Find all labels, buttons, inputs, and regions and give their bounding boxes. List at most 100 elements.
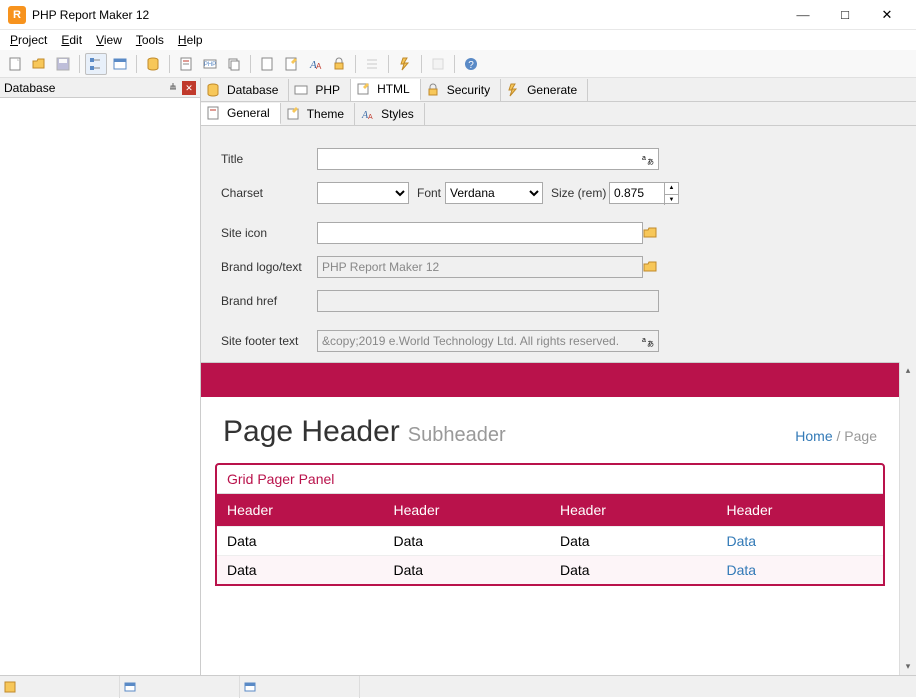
- toolbar-separator: [169, 55, 170, 73]
- breadcrumb-home-link[interactable]: Home: [795, 428, 832, 444]
- toolbar-separator: [79, 55, 80, 73]
- tab-php[interactable]: PHP: [289, 79, 351, 101]
- sidebar-title: Database: [4, 81, 166, 95]
- lock-icon: [425, 82, 441, 98]
- tab-generate[interactable]: Generate: [501, 79, 588, 101]
- lock-icon[interactable]: [328, 53, 350, 75]
- svg-text:?: ?: [468, 60, 474, 71]
- subtab-styles[interactable]: AA Styles: [355, 103, 425, 125]
- breadcrumb-page: Page: [844, 428, 877, 444]
- subtab-general[interactable]: General: [201, 103, 281, 125]
- scroll-down-icon[interactable]: ▾: [900, 658, 916, 675]
- minimize-button[interactable]: ―: [782, 1, 824, 29]
- brandlogo-label: Brand logo/text: [221, 260, 317, 274]
- preview-breadcrumb: Home / Page: [795, 428, 877, 444]
- page-icon: [205, 105, 221, 121]
- svg-text:PHP: PHP: [204, 62, 216, 68]
- toolbar-separator: [250, 55, 251, 73]
- browse-folder-icon[interactable]: [641, 223, 661, 243]
- title-input[interactable]: [317, 148, 659, 170]
- edit-sheet-icon[interactable]: [280, 53, 302, 75]
- menu-help[interactable]: Help: [172, 32, 209, 48]
- table-header: Header: [384, 494, 551, 527]
- multilang-icon[interactable]: aあ: [637, 331, 657, 351]
- app-icon: R: [8, 6, 26, 24]
- list-icon[interactable]: [361, 53, 383, 75]
- status-segment: [240, 676, 360, 698]
- siteicon-input[interactable]: [317, 222, 643, 244]
- table-cell-link[interactable]: Data: [717, 527, 884, 556]
- app-title: PHP Report Maker 12: [32, 8, 782, 22]
- vertical-scrollbar[interactable]: ▴ ▾: [899, 362, 916, 675]
- menu-view[interactable]: View: [90, 32, 128, 48]
- browse-folder-icon[interactable]: [641, 257, 661, 277]
- main-tabstrip: Database PHP HTML Security Generate: [201, 78, 916, 102]
- size-spinner[interactable]: ▲▼: [664, 183, 678, 205]
- php-icon[interactable]: PHP: [199, 53, 221, 75]
- maximize-button[interactable]: □: [824, 1, 866, 29]
- menu-edit[interactable]: Edit: [55, 32, 88, 48]
- preview-grid: Grid Pager Panel Header Header Header He…: [215, 463, 885, 586]
- bolt-icon: [505, 82, 521, 98]
- font-select[interactable]: Verdana: [445, 182, 543, 204]
- footer-input[interactable]: [317, 330, 659, 352]
- bolt-icon[interactable]: [394, 53, 416, 75]
- brandlogo-input[interactable]: [317, 256, 643, 278]
- sheet-icon[interactable]: [256, 53, 278, 75]
- tab-label: PHP: [315, 83, 340, 97]
- table-cell: Data: [217, 556, 384, 585]
- subtab-label: Theme: [307, 107, 344, 121]
- theme-icon: [285, 106, 301, 122]
- open-icon[interactable]: [28, 53, 50, 75]
- tab-security[interactable]: Security: [421, 79, 501, 101]
- size-label: Size (rem): [551, 186, 609, 200]
- form-general: Title aあ Charset Font Verdana Size (rem)…: [201, 126, 916, 362]
- sidebar-body: [0, 98, 200, 675]
- tree-icon[interactable]: [85, 53, 107, 75]
- table-cell-link[interactable]: Data: [717, 556, 884, 585]
- scroll-up-icon[interactable]: ▴: [900, 362, 916, 379]
- table-cell: Data: [550, 527, 717, 556]
- svg-text:あ: あ: [647, 340, 654, 348]
- table-row: Data Data Data Data: [217, 527, 883, 556]
- preview-pane: Page Header Subheader Home / Page Grid P…: [201, 362, 899, 675]
- table-cell: Data: [384, 556, 551, 585]
- tab-label: Security: [447, 83, 490, 97]
- brandhref-label: Brand href: [221, 294, 317, 308]
- preview-page-header: Page Header: [223, 415, 400, 449]
- grid-pager-panel: Grid Pager Panel: [217, 465, 883, 494]
- tab-html[interactable]: HTML: [351, 79, 421, 101]
- php-icon: [293, 82, 309, 98]
- table-header: Header: [217, 494, 384, 527]
- close-button[interactable]: ✕: [866, 1, 908, 29]
- toolbar-separator: [454, 55, 455, 73]
- copy-icon[interactable]: [223, 53, 245, 75]
- sidebar-close-icon[interactable]: ✕: [182, 81, 196, 95]
- db-icon[interactable]: [142, 53, 164, 75]
- menubar: Project Edit View Tools Help: [0, 30, 916, 50]
- page-icon[interactable]: [175, 53, 197, 75]
- brandhref-input[interactable]: [317, 290, 659, 312]
- new-icon[interactable]: [4, 53, 26, 75]
- charset-select[interactable]: [317, 182, 409, 204]
- tab-label: HTML: [377, 82, 410, 96]
- multilang-icon[interactable]: aあ: [637, 149, 657, 169]
- size-input[interactable]: [610, 183, 664, 203]
- table-header: Header: [550, 494, 717, 527]
- status-segment: [0, 676, 120, 698]
- tab-database[interactable]: Database: [201, 79, 289, 101]
- toolbar-separator: [136, 55, 137, 73]
- menu-tools[interactable]: Tools: [130, 32, 170, 48]
- statusbar: [0, 675, 916, 697]
- table-header: Header: [717, 494, 884, 527]
- script-icon[interactable]: [427, 53, 449, 75]
- help-icon[interactable]: ?: [460, 53, 482, 75]
- menu-project[interactable]: Project: [4, 32, 53, 48]
- sub-tabstrip: General Theme AA Styles: [201, 102, 916, 126]
- tab-label: Database: [227, 83, 278, 97]
- pin-icon[interactable]: [166, 81, 180, 95]
- subtab-theme[interactable]: Theme: [281, 103, 355, 125]
- font-icon[interactable]: AA: [304, 53, 326, 75]
- window-icon[interactable]: [109, 53, 131, 75]
- save-icon[interactable]: [52, 53, 74, 75]
